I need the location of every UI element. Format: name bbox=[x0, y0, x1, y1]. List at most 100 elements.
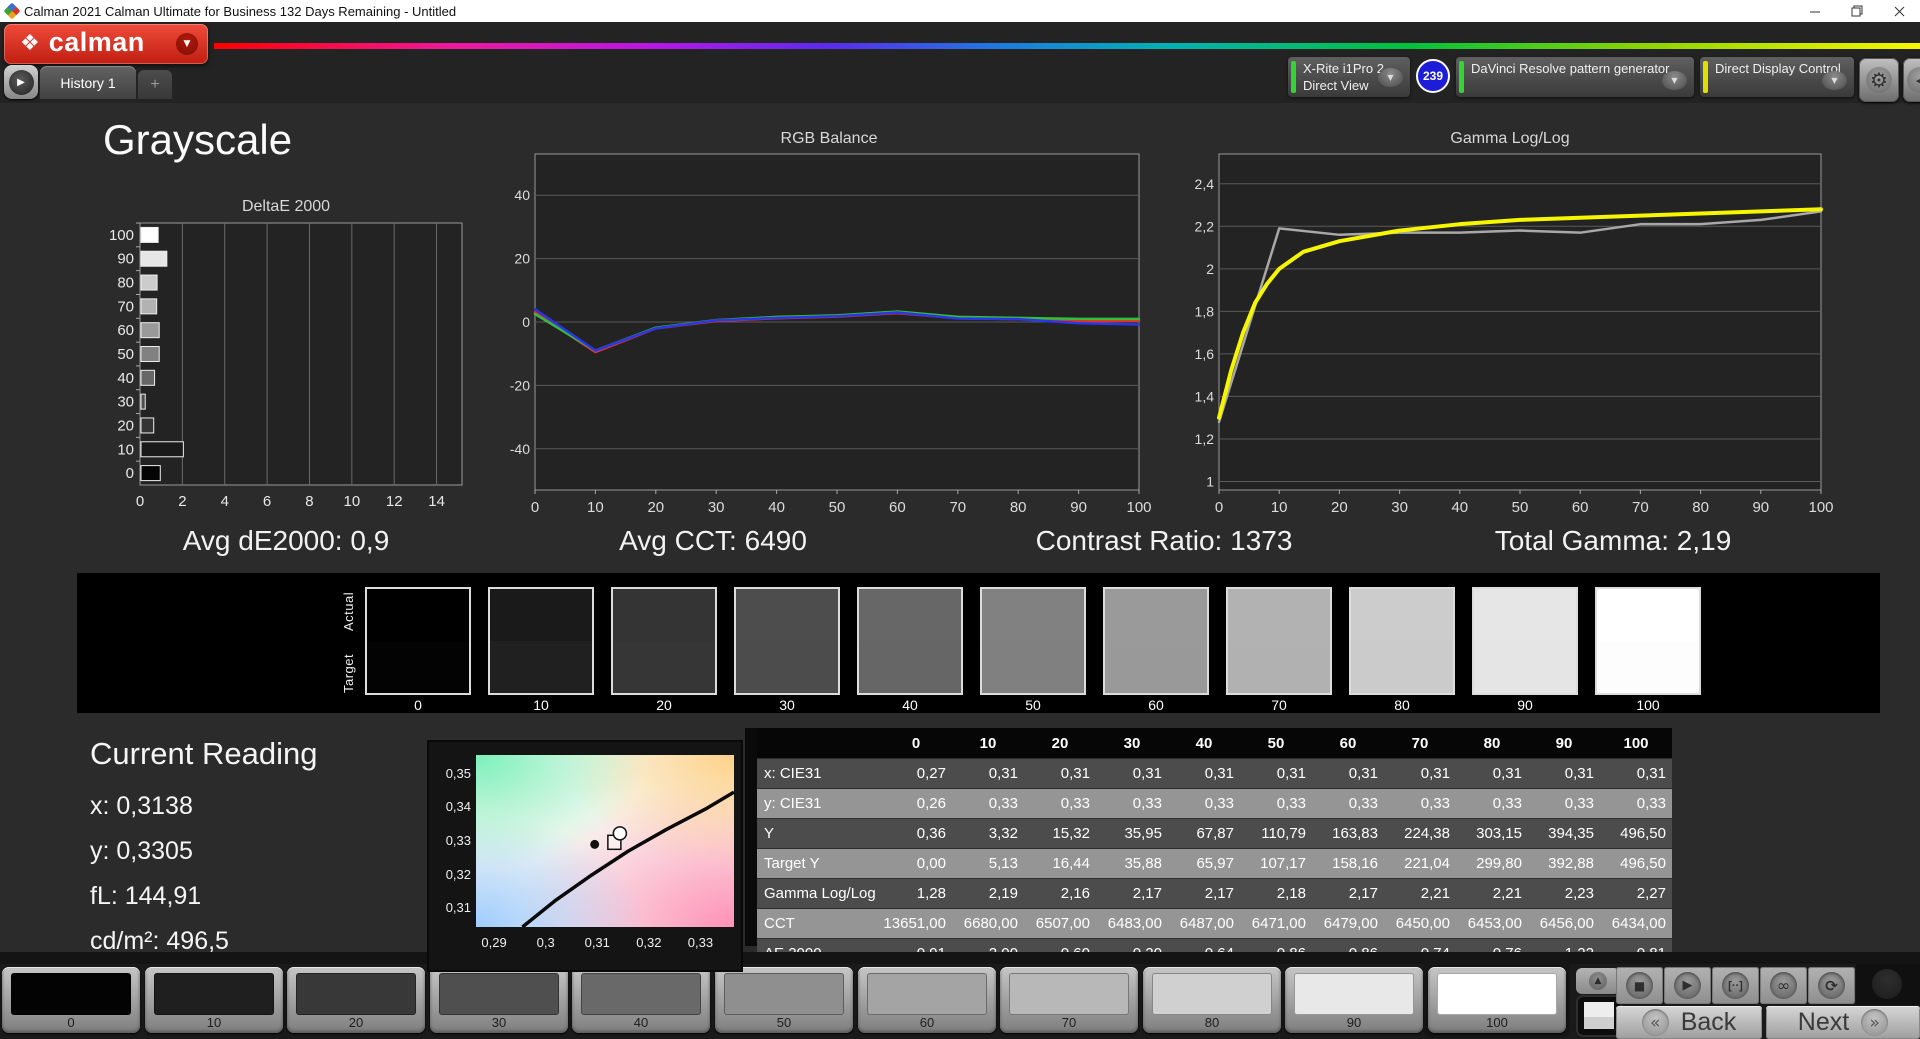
stop-button[interactable]: ■ bbox=[1616, 967, 1663, 1004]
pattern-patch-button-100[interactable]: 100 bbox=[1428, 967, 1566, 1033]
y-tick-label: 0 bbox=[126, 465, 134, 482]
patch-color-swatch bbox=[296, 973, 416, 1015]
measurement-table: 0 10 20 30 40 50 60 70 80 90 100 x: CIE31 0,27 0,31 0,… bbox=[757, 728, 1672, 968]
table-cell: 0,33 bbox=[1636, 795, 1666, 812]
table-header-cell: 100 bbox=[1600, 728, 1672, 759]
restore-button[interactable] bbox=[1836, 0, 1878, 22]
patch-level-label: 30 bbox=[491, 1015, 507, 1030]
collapse-panel-button[interactable]: ◀ bbox=[1903, 58, 1920, 102]
reading-y: y: 0,3305 bbox=[90, 837, 193, 865]
pattern-window-button[interactable]: [··] bbox=[1712, 967, 1759, 1004]
cie-x-tick-label: 0,3 bbox=[536, 935, 555, 950]
pattern-patch-button-10[interactable]: 10 bbox=[145, 967, 283, 1033]
chevron-down-icon[interactable]: ▼ bbox=[1378, 68, 1403, 87]
table-row: y: CIE31 0,26 0,33 0,33 0,33 0,33 0,33 0,33 0,33… bbox=[757, 788, 1672, 819]
deltae-bar bbox=[140, 274, 158, 291]
pattern-patch-button-0[interactable]: 0 bbox=[2, 967, 140, 1033]
arrow-right-icon: ▶ bbox=[8, 69, 34, 95]
plus-icon: + bbox=[150, 75, 160, 93]
deltae-bar bbox=[140, 369, 156, 386]
swatch-level-label: 60 bbox=[1148, 697, 1164, 713]
y-tick-label: -20 bbox=[510, 377, 530, 393]
infinity-icon: ∞ bbox=[1770, 972, 1797, 999]
pattern-patch-button-30[interactable]: 30 bbox=[430, 967, 568, 1033]
reading-x: x: 0,3138 bbox=[90, 792, 193, 820]
patch-level-label: 100 bbox=[1486, 1015, 1508, 1030]
close-button[interactable] bbox=[1878, 0, 1920, 22]
refresh-button[interactable]: ⟳ bbox=[1808, 967, 1855, 1004]
y-tick-label: 50 bbox=[117, 346, 134, 363]
pattern-patch-button-70[interactable]: 70 bbox=[1000, 967, 1138, 1033]
pattern-patch-button-80[interactable]: 80 bbox=[1143, 967, 1281, 1033]
back-button[interactable]: « Back bbox=[1616, 1006, 1762, 1039]
x-tick-label: 10 bbox=[1271, 499, 1288, 516]
stat-avg-de2000: Avg dE2000: 0,9 bbox=[182, 525, 390, 556]
chevron-down-icon[interactable]: ▼ bbox=[1822, 71, 1847, 90]
table-header-cell: 20 bbox=[1024, 728, 1096, 759]
swatch-row: 0 10 20 30 40 50 60 70 80 90 100 bbox=[365, 587, 1701, 713]
table-cell: 2,16 bbox=[1060, 885, 1090, 902]
patch-level-label: 10 bbox=[206, 1015, 222, 1030]
swatch-actual-half bbox=[367, 589, 469, 641]
table-cell: 6450,00 bbox=[1395, 915, 1450, 932]
table-header-cell: 70 bbox=[1384, 728, 1456, 759]
display-control-dropdown[interactable]: Direct Display Control ▼ bbox=[1700, 57, 1854, 97]
tab-scroll-button[interactable]: ▶ bbox=[4, 65, 38, 99]
y-tick-label: 1,2 bbox=[1195, 431, 1215, 447]
tab-history-1[interactable]: History 1 bbox=[40, 66, 136, 99]
table-cell: 496,50 bbox=[1620, 855, 1666, 872]
swatch-level-label: 70 bbox=[1271, 697, 1287, 713]
continuous-measure-button[interactable]: ∞ bbox=[1760, 967, 1807, 1004]
table-cell: 0,31 bbox=[1276, 765, 1306, 782]
x-tick-label: 10 bbox=[587, 499, 604, 516]
table-cell: 2,21 bbox=[1420, 885, 1450, 902]
x-tick-label: 0 bbox=[136, 493, 144, 510]
deltae-bar bbox=[140, 441, 184, 458]
patch-options-button[interactable]: ▲ bbox=[1576, 968, 1620, 994]
x-tick-label: 50 bbox=[1512, 499, 1529, 516]
next-button[interactable]: Next » bbox=[1766, 1006, 1920, 1039]
table-cell: 0,33 bbox=[988, 795, 1018, 812]
target-marker-circle bbox=[612, 826, 628, 841]
table-cell: 1,28 bbox=[916, 885, 946, 902]
y-tick-label: 2 bbox=[1206, 261, 1214, 277]
swatch-level-label: 30 bbox=[779, 697, 795, 713]
deltae-chart-canvas: 0 2 4 6 8 10 12 141009080706050403020100 bbox=[109, 222, 463, 510]
x-tick-label: 50 bbox=[829, 499, 846, 516]
y-tick-label: 60 bbox=[117, 322, 134, 339]
y-tick-label: 100 bbox=[109, 227, 134, 244]
calman-logo-text: calman bbox=[48, 27, 145, 57]
patch-preview-button[interactable] bbox=[1578, 997, 1620, 1035]
swatch-target-half bbox=[859, 641, 961, 693]
deltae-bar bbox=[140, 298, 158, 315]
minimize-button[interactable] bbox=[1794, 0, 1836, 22]
play-button[interactable]: ▶ bbox=[1664, 967, 1711, 1004]
y-tick-label: -40 bbox=[510, 441, 530, 457]
meter-device-dropdown[interactable]: X-Rite i1Pro 2 Direct View ▼ bbox=[1288, 57, 1410, 97]
pattern-patch-button-50[interactable]: 50 bbox=[715, 967, 853, 1033]
calman-menu-button[interactable]: ❖ calman ▼ bbox=[4, 24, 208, 64]
chevron-down-icon[interactable]: ▼ bbox=[1662, 71, 1687, 90]
pattern-patch-button-60[interactable]: 60 bbox=[858, 967, 996, 1033]
y-tick-label: 30 bbox=[117, 394, 134, 411]
swatch-target-half bbox=[982, 641, 1084, 693]
deltae-bar bbox=[140, 417, 155, 434]
grayscale-swatch: 70 bbox=[1226, 587, 1332, 713]
patch-level-label: 40 bbox=[633, 1015, 649, 1030]
add-tab-button[interactable]: + bbox=[138, 70, 172, 99]
settings-button[interactable]: ⚙ bbox=[1859, 58, 1899, 102]
session-count-badge[interactable]: 239 bbox=[1416, 59, 1450, 93]
gamma-chart-title: Gamma Log/Log bbox=[1450, 130, 1570, 147]
x-tick-label: 80 bbox=[1692, 499, 1709, 516]
display-control-name: Direct Display Control bbox=[1715, 61, 1841, 76]
pattern-patch-button-20[interactable]: 20 bbox=[287, 967, 425, 1033]
meter-status-accent bbox=[1291, 61, 1296, 93]
pattern-patch-button-90[interactable]: 90 bbox=[1285, 967, 1423, 1033]
pattern-generator-dropdown[interactable]: DaVinci Resolve pattern generator ▼ bbox=[1456, 57, 1694, 97]
pattern-patch-button-40[interactable]: 40 bbox=[572, 967, 710, 1033]
calman-menu-chevron-icon[interactable]: ▼ bbox=[176, 33, 198, 55]
cie-x-tick-label: 0,32 bbox=[636, 935, 662, 950]
meter-device-name: X-Rite i1Pro 2 bbox=[1303, 61, 1384, 76]
cie-x-tick-label: 0,33 bbox=[687, 935, 714, 950]
y-tick-label: 1,4 bbox=[1195, 388, 1215, 404]
